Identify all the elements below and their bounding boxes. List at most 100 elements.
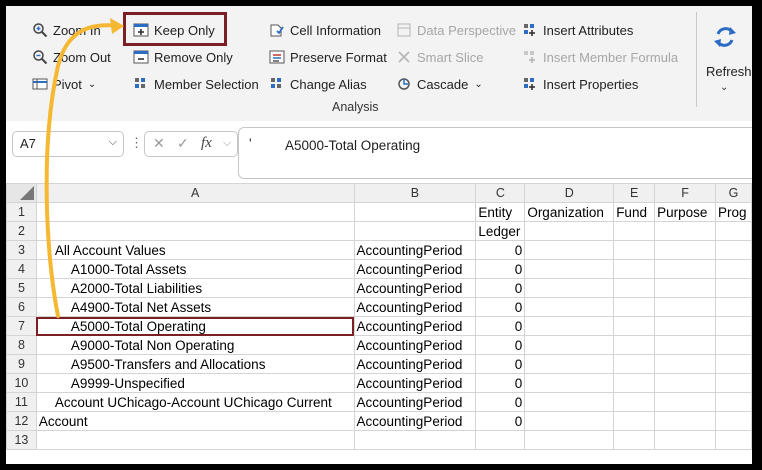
cell-f[interactable] (654, 411, 716, 431)
cell-c[interactable]: 0 (475, 354, 526, 374)
insert-member-formula-button[interactable]: Insert Member Formula (522, 46, 678, 68)
row-header[interactable]: 10 (6, 373, 37, 393)
cascade-button[interactable]: Cascade ⌄ (396, 73, 483, 95)
cell-g[interactable] (715, 335, 752, 355)
row-header[interactable]: 5 (6, 278, 37, 298)
cell-g[interactable] (715, 221, 752, 241)
name-box[interactable]: A7 ⌵ (12, 131, 124, 157)
cell-d[interactable] (524, 221, 615, 241)
column-header-g[interactable]: G (715, 183, 752, 203)
column-header-f[interactable]: F (654, 183, 716, 203)
cell-f[interactable] (654, 240, 716, 260)
cell-b[interactable]: AccountingPeriod (353, 240, 477, 260)
cell-e[interactable] (613, 278, 656, 298)
row-header[interactable]: 6 (6, 297, 37, 317)
cell-b[interactable]: AccountingPeriod (353, 316, 477, 336)
cell-a[interactable] (35, 202, 355, 222)
smart-slice-button[interactable]: Smart Slice (396, 46, 483, 68)
cell-e[interactable] (613, 430, 656, 450)
remove-only-button[interactable]: Remove Only (133, 46, 233, 68)
cell-c[interactable]: 0 (475, 316, 526, 336)
cell-g[interactable] (715, 316, 752, 336)
cell-g[interactable] (715, 297, 752, 317)
column-header-a[interactable]: A (35, 183, 355, 203)
cell-b[interactable] (353, 430, 477, 450)
cell-d[interactable] (524, 240, 615, 260)
cancel-icon[interactable]: ✕ (153, 135, 165, 152)
cell-f[interactable] (654, 373, 716, 393)
cell-e[interactable] (613, 354, 656, 374)
column-header-e[interactable]: E (613, 183, 656, 203)
cell-a[interactable]: Account (35, 411, 355, 431)
cell-d[interactable]: Organization (524, 202, 615, 222)
insert-attributes-button[interactable]: Insert Attributes (522, 19, 633, 41)
cell-c[interactable]: 0 (475, 240, 526, 260)
cell-b[interactable]: AccountingPeriod (353, 373, 477, 393)
member-selection-button[interactable]: Member Selection (133, 73, 259, 95)
row-header[interactable]: 7 (6, 316, 37, 336)
row-header[interactable]: 13 (6, 430, 37, 450)
row-header[interactable]: 9 (6, 354, 37, 374)
cell-b[interactable] (353, 221, 477, 241)
cell-c[interactable] (475, 430, 526, 450)
formula-input[interactable]: ' A5000-Total Operating (238, 127, 752, 179)
cell-c[interactable]: Ledger (475, 221, 526, 241)
cell-g[interactable] (715, 259, 752, 279)
cell-b[interactable] (353, 202, 477, 222)
cell-g[interactable] (715, 278, 752, 298)
pivot-button[interactable]: Pivot ⌄ (32, 73, 96, 95)
cell-a[interactable]: A2000-Total Liabilities (35, 278, 355, 298)
row-header[interactable]: 2 (6, 221, 37, 241)
zoom-out-button[interactable]: Zoom Out (32, 46, 111, 68)
cell-c[interactable]: 0 (475, 278, 526, 298)
cell-g[interactable] (715, 240, 752, 260)
cell-f[interactable] (654, 335, 716, 355)
cell-d[interactable] (524, 373, 615, 393)
column-header-c[interactable]: C (475, 183, 526, 203)
cell-g[interactable]: Prog (715, 202, 752, 222)
cell-e[interactable] (613, 373, 656, 393)
cell-e[interactable] (613, 335, 656, 355)
cell-f[interactable] (654, 221, 716, 241)
insert-properties-button[interactable]: Insert Properties (522, 73, 638, 95)
cell-f[interactable] (654, 278, 716, 298)
more-options-icon[interactable]: ⋮ (130, 135, 143, 151)
row-header[interactable]: 12 (6, 411, 37, 431)
cell-d[interactable] (524, 259, 615, 279)
cell-e[interactable]: Fund (613, 202, 656, 222)
insert-function-icon[interactable]: fx (201, 135, 212, 152)
cell-d[interactable] (524, 411, 615, 431)
cell-d[interactable] (524, 335, 615, 355)
cell-f[interactable] (654, 354, 716, 374)
cell-b[interactable]: AccountingPeriod (353, 411, 477, 431)
cell-f[interactable] (654, 259, 716, 279)
cell-f[interactable] (654, 297, 716, 317)
data-perspective-button[interactable]: Data Perspective (396, 19, 516, 41)
cell-b[interactable]: AccountingPeriod (353, 335, 477, 355)
cell-c[interactable]: 0 (475, 297, 526, 317)
cell-a[interactable]: A5000-Total Operating (35, 316, 355, 336)
cell-a[interactable]: A1000-Total Assets (35, 259, 355, 279)
cell-g[interactable] (715, 373, 752, 393)
cell-d[interactable] (524, 430, 615, 450)
cell-d[interactable] (524, 297, 615, 317)
cell-d[interactable] (524, 392, 615, 412)
cell-a[interactable]: All Account Values (35, 240, 355, 260)
row-header[interactable]: 8 (6, 335, 37, 355)
cell-a[interactable] (35, 221, 355, 241)
change-alias-button[interactable]: Change Alias (269, 73, 367, 95)
cell-f[interactable] (654, 316, 716, 336)
zoom-in-button[interactable]: Zoom In (32, 19, 101, 41)
cell-b[interactable]: AccountingPeriod (353, 278, 477, 298)
cell-c[interactable]: 0 (475, 392, 526, 412)
cell-a[interactable]: A9999-Unspecified (35, 373, 355, 393)
cell-a[interactable] (35, 430, 355, 450)
cell-e[interactable] (613, 240, 656, 260)
row-header[interactable]: 4 (6, 259, 37, 279)
cell-b[interactable]: AccountingPeriod (353, 354, 477, 374)
preserve-format-button[interactable]: Preserve Format (269, 46, 387, 68)
cell-g[interactable] (715, 430, 752, 450)
cell-g[interactable] (715, 411, 752, 431)
cell-e[interactable] (613, 411, 656, 431)
cell-e[interactable] (613, 297, 656, 317)
